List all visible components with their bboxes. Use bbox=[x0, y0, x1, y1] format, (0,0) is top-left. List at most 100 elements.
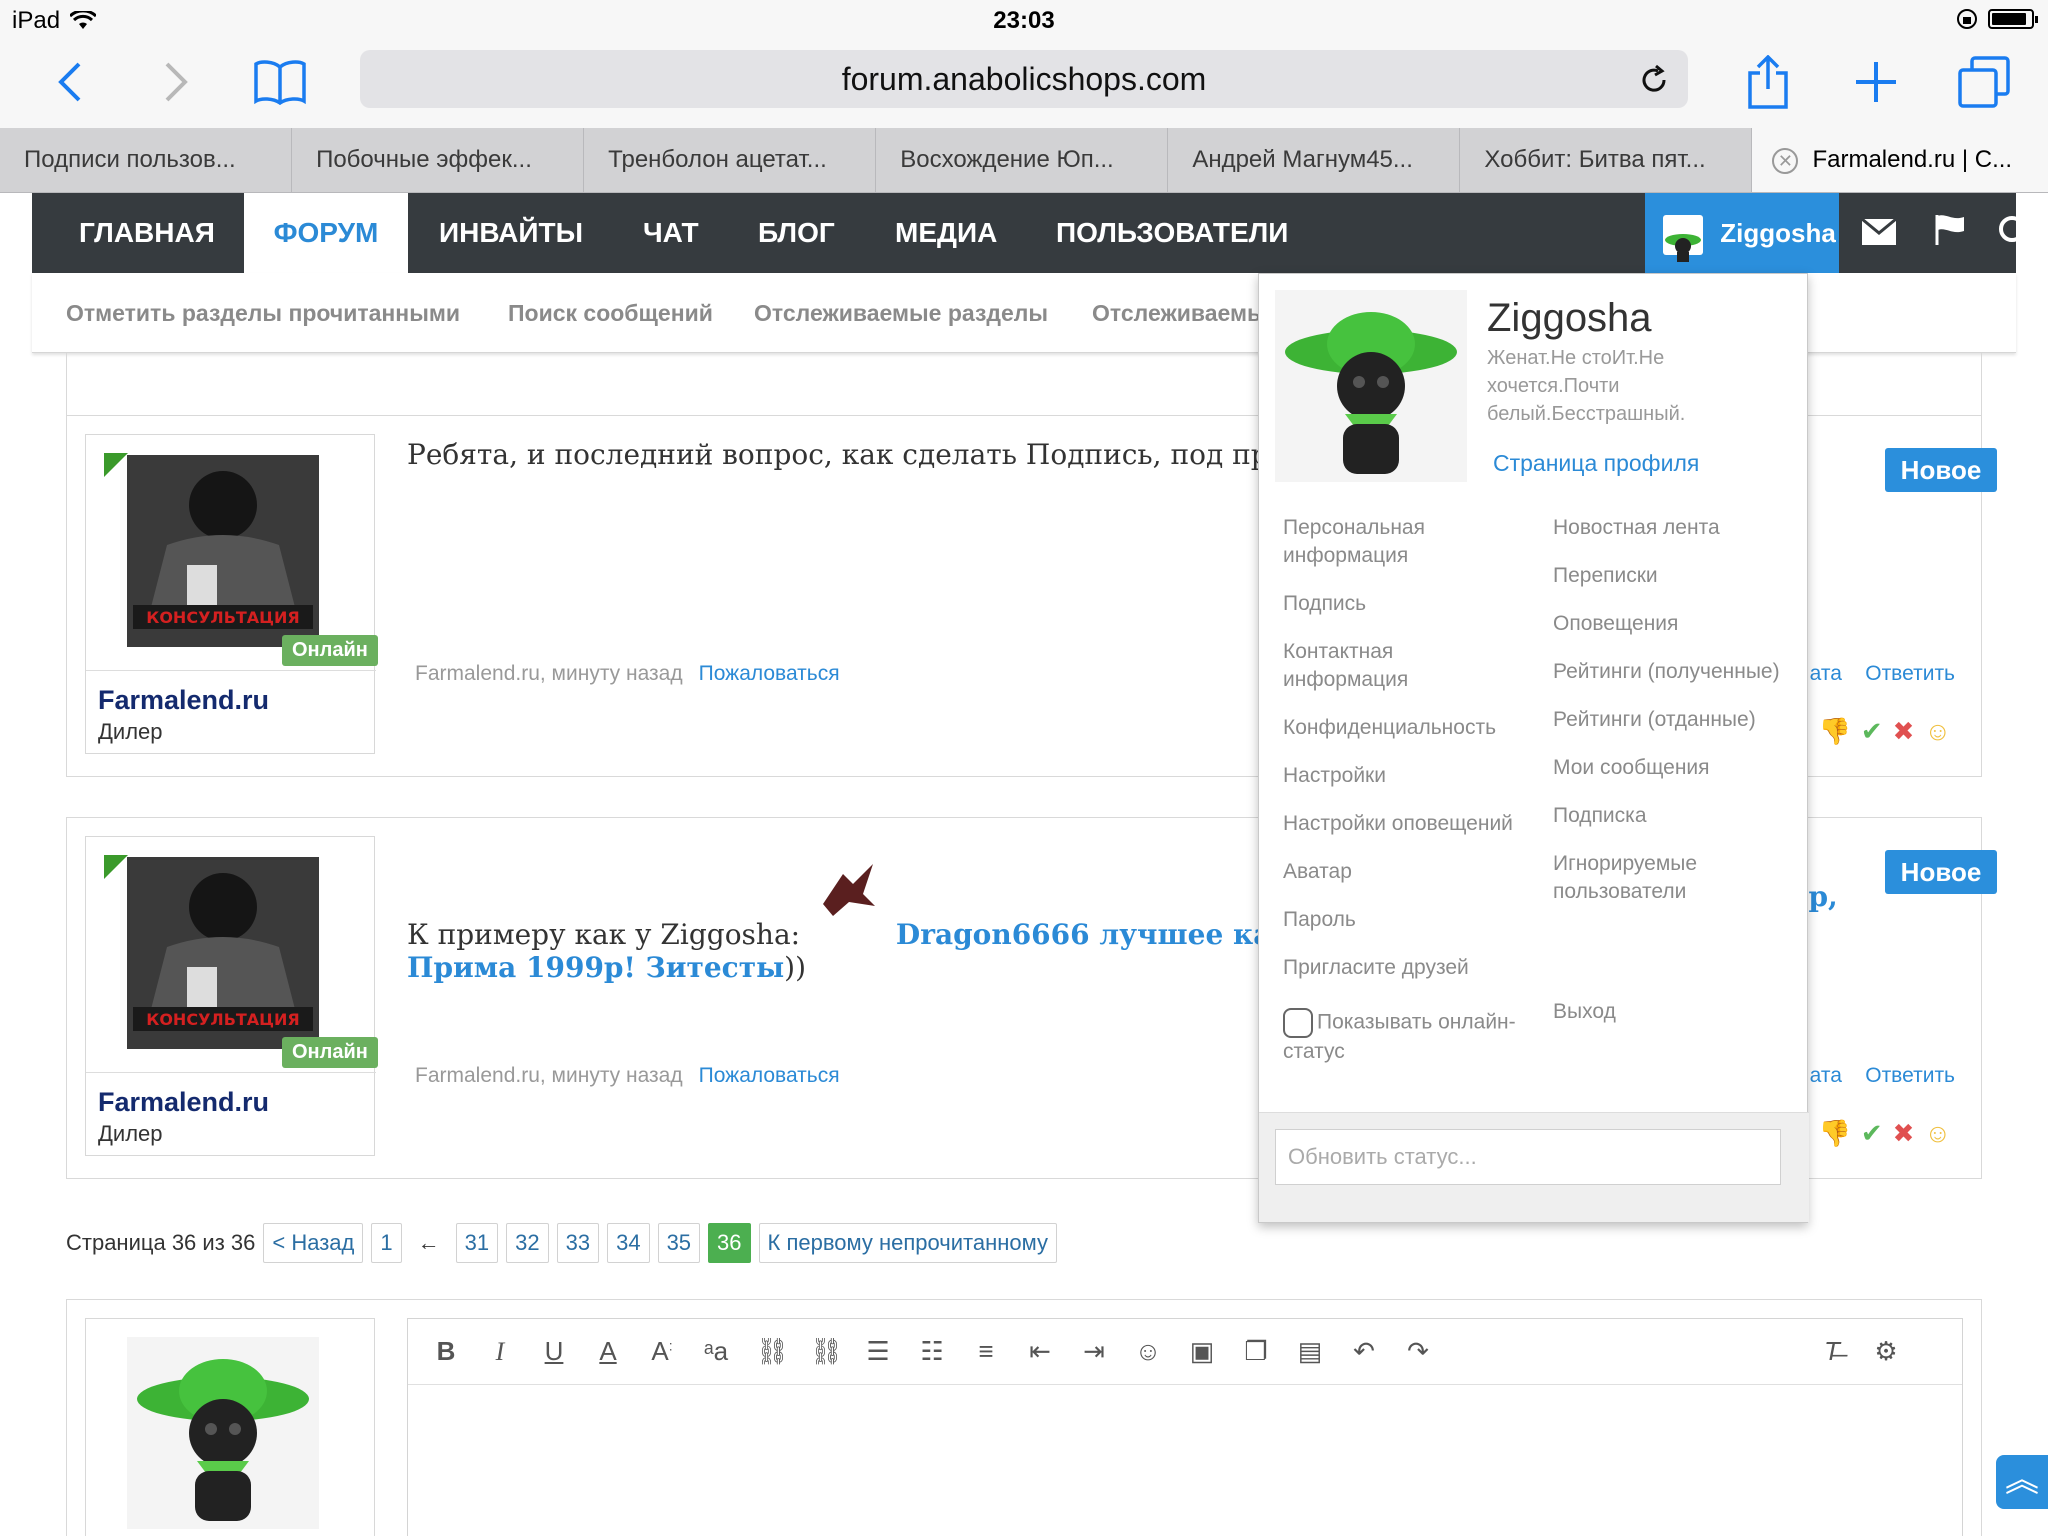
browser-tab[interactable]: Подписи пользов... bbox=[0, 128, 293, 192]
rich-text-editor[interactable]: B I U A A: ᵃa ⛓ ⛓ ☰ ☷ ≡ ⇤ ⇥ ☺ ▣ ❐ ▤ ↶ ↷ … bbox=[407, 1318, 1963, 1536]
flag-icon[interactable] bbox=[1934, 213, 1966, 247]
quote-link[interactable]: ата bbox=[1810, 662, 1842, 685]
quote-link[interactable]: ата bbox=[1810, 1064, 1842, 1087]
bookmarks-icon[interactable] bbox=[250, 52, 310, 112]
reply-link[interactable]: Ответить bbox=[1865, 1064, 1955, 1087]
nav-chat[interactable]: ЧАТ bbox=[643, 193, 699, 273]
signature-link-line2[interactable]: Прима 1999р! Зитесты bbox=[407, 951, 784, 984]
menu-my-posts[interactable]: Мои сообщения bbox=[1553, 754, 1793, 782]
page-link[interactable]: 35 bbox=[657, 1223, 701, 1263]
menu-conversations[interactable]: Переписки bbox=[1553, 562, 1793, 590]
dropdown-avatar[interactable] bbox=[1275, 290, 1467, 482]
italic-icon[interactable]: I bbox=[486, 1337, 514, 1367]
nav-home[interactable]: ГЛАВНАЯ bbox=[79, 193, 215, 273]
funny-smiley-icon[interactable]: ☺ bbox=[1924, 1118, 1951, 1149]
avatar[interactable]: КОНСУЛЬТАЦИЯ bbox=[127, 857, 319, 1049]
menu-ratings-given[interactable]: Рейтинги (отданные) bbox=[1553, 706, 1793, 734]
page-prev[interactable]: < Назад bbox=[263, 1223, 364, 1263]
disagree-x-icon[interactable]: ✖ bbox=[1893, 1118, 1915, 1149]
page-link[interactable]: 32 bbox=[506, 1223, 549, 1263]
new-tab-icon[interactable] bbox=[1846, 52, 1906, 112]
smilie-icon[interactable]: ☺ bbox=[1134, 1336, 1162, 1367]
online-status-checkbox[interactable] bbox=[1283, 1008, 1313, 1038]
tabs-overview-icon[interactable] bbox=[1954, 52, 2014, 112]
page-link[interactable]: 33 bbox=[556, 1223, 600, 1263]
page-link[interactable]: 34 bbox=[607, 1223, 650, 1263]
menu-preferences[interactable]: Настройки bbox=[1283, 762, 1523, 790]
watched-threads-link[interactable]: Отслеживаемы bbox=[1092, 273, 1267, 353]
menu-privacy[interactable]: Конфиденциальность bbox=[1283, 714, 1523, 742]
menu-avatar[interactable]: Аватар bbox=[1283, 858, 1523, 886]
browser-tab[interactable]: Андрей Магнум45... bbox=[1168, 128, 1461, 192]
browser-tab[interactable]: Тренболон ацетат... bbox=[584, 128, 877, 192]
font-size-icon[interactable]: A: bbox=[648, 1336, 676, 1367]
disagree-x-icon[interactable]: ✖ bbox=[1893, 716, 1915, 747]
search-posts-link[interactable]: Поиск сообщений bbox=[508, 273, 713, 353]
toggle-bbcode-icon[interactable]: ⚙ bbox=[1872, 1336, 1900, 1367]
back-icon[interactable] bbox=[40, 52, 100, 112]
unlink-icon[interactable]: ⛓ bbox=[810, 1336, 843, 1367]
menu-personal-info[interactable]: Персональная информация bbox=[1283, 514, 1523, 570]
numbered-list-icon[interactable]: ≡ bbox=[972, 1336, 1000, 1367]
page-jump-icon[interactable]: ← bbox=[410, 1230, 448, 1256]
menu-invite-friends[interactable]: Пригласите друзей bbox=[1283, 954, 1523, 982]
nav-blog[interactable]: БЛОГ bbox=[758, 193, 835, 273]
nav-invites[interactable]: ИНВАЙТЫ bbox=[439, 193, 583, 273]
outdent-icon[interactable]: ⇤ bbox=[1026, 1336, 1054, 1367]
menu-alerts[interactable]: Оповещения bbox=[1553, 610, 1793, 638]
watched-forums-link[interactable]: Отслеживаемые разделы bbox=[754, 273, 1048, 353]
user-menu-tab[interactable]: Ziggosha bbox=[1645, 193, 1839, 273]
report-link[interactable]: Пожаловаться bbox=[699, 1064, 840, 1087]
avatar[interactable]: КОНСУЛЬТАЦИЯ bbox=[127, 455, 319, 647]
menu-password[interactable]: Пароль bbox=[1283, 906, 1523, 934]
redo-icon[interactable]: ↷ bbox=[1404, 1336, 1432, 1367]
report-link[interactable]: Пожаловаться bbox=[699, 662, 840, 685]
underline-icon[interactable]: U bbox=[540, 1336, 568, 1367]
status-update-input[interactable]: Обновить статус... bbox=[1275, 1129, 1781, 1185]
reload-icon[interactable] bbox=[1638, 64, 1670, 96]
nav-forum[interactable]: ФОРУМ bbox=[244, 193, 408, 273]
post-author[interactable]: Farmalend.ru bbox=[98, 1087, 269, 1118]
share-icon[interactable] bbox=[1738, 52, 1798, 112]
browser-tab[interactable]: Хоббит: Битва пят... bbox=[1460, 128, 1753, 192]
scroll-to-top-button[interactable]: ︽ bbox=[1996, 1455, 2048, 1509]
post-author[interactable]: Farmalend.ru bbox=[98, 685, 269, 716]
profile-page-link[interactable]: Страница профиля bbox=[1493, 450, 1699, 477]
browser-tab-active[interactable]: ✕ Farmalend.ru | С... bbox=[1752, 128, 2048, 192]
first-unread-link[interactable]: К первому непрочитанному bbox=[758, 1223, 1058, 1263]
mark-read-link[interactable]: Отметить разделы прочитанными bbox=[66, 273, 460, 353]
agree-check-icon[interactable]: ✔ bbox=[1861, 716, 1883, 747]
menu-contact-info[interactable]: Контактная информация bbox=[1283, 638, 1523, 694]
browser-tab[interactable]: Побочные эффек... bbox=[292, 128, 585, 192]
agree-check-icon[interactable]: ✔ bbox=[1861, 1118, 1883, 1149]
page-current[interactable]: 36 bbox=[708, 1223, 751, 1263]
font-family-icon[interactable]: ᵃa bbox=[702, 1336, 730, 1367]
align-icon[interactable]: ☰ bbox=[864, 1336, 892, 1367]
thumbs-down-icon[interactable]: 👎 bbox=[1818, 1118, 1850, 1149]
remove-format-icon[interactable]: T̶ bbox=[1818, 1336, 1846, 1367]
logout-link[interactable]: Выход bbox=[1553, 998, 1793, 1026]
funny-smiley-icon[interactable]: ☺ bbox=[1924, 716, 1951, 747]
text-color-icon[interactable]: A bbox=[594, 1336, 622, 1367]
reply-link[interactable]: Ответить bbox=[1865, 662, 1955, 685]
page-link[interactable]: 31 bbox=[455, 1223, 499, 1263]
menu-signature[interactable]: Подпись bbox=[1283, 590, 1523, 618]
close-tab-icon[interactable]: ✕ bbox=[1772, 147, 1799, 174]
undo-icon[interactable]: ↶ bbox=[1350, 1336, 1378, 1367]
nav-users[interactable]: ПОЛЬЗОВАТЕЛИ bbox=[1056, 193, 1288, 273]
nav-media[interactable]: МЕДИА bbox=[895, 193, 997, 273]
image-icon[interactable]: ▣ bbox=[1188, 1336, 1216, 1367]
address-bar[interactable]: forum.anabolicshops.com bbox=[360, 50, 1688, 108]
menu-alert-preferences[interactable]: Настройки оповещений bbox=[1283, 810, 1523, 838]
insert-block-icon[interactable]: ▤ bbox=[1296, 1336, 1324, 1367]
avatar[interactable] bbox=[127, 1337, 319, 1529]
menu-subscription[interactable]: Подписка bbox=[1553, 802, 1793, 830]
menu-ignored-users[interactable]: Игнорируемые пользователи bbox=[1553, 850, 1793, 906]
forward-icon[interactable] bbox=[146, 52, 206, 112]
search-icon[interactable] bbox=[1998, 215, 2032, 249]
media-icon[interactable]: ❐ bbox=[1242, 1336, 1270, 1367]
bullet-list-icon[interactable]: ☷ bbox=[918, 1336, 946, 1367]
mail-icon[interactable] bbox=[1861, 217, 1897, 247]
browser-tab[interactable]: Восхождение Юп... bbox=[876, 128, 1169, 192]
show-online-toggle[interactable]: Показывать онлайн-статус bbox=[1283, 1008, 1523, 1066]
